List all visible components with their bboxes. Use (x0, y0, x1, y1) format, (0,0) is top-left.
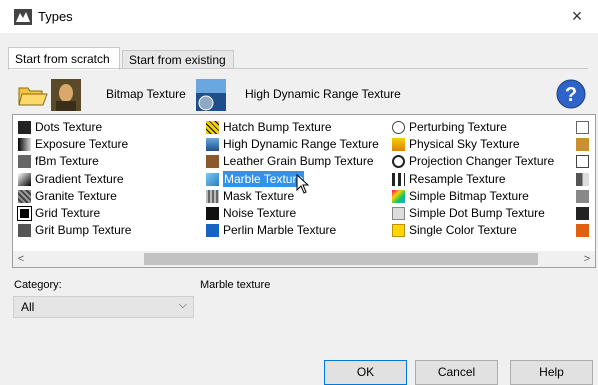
list-item-noise-texture[interactable]: Noise Texture (205, 205, 379, 222)
texture-column-1: Dots Texture Exposure Texture fBm Textur… (17, 119, 131, 239)
bitmap-texture-icon[interactable] (51, 79, 81, 111)
list-item-physical-sky-texture[interactable]: Physical Sky Texture (391, 136, 554, 153)
list-item-hatch-bump-texture[interactable]: Hatch Bump Texture (205, 119, 379, 136)
hatch-icon (206, 121, 219, 134)
list-item-col4-2[interactable] (575, 136, 591, 153)
category-select[interactable]: All ⌵ (13, 296, 194, 318)
mouse-cursor-icon (296, 174, 310, 194)
list-item-exposure-texture[interactable]: Exposure Texture (17, 136, 131, 153)
list-item-mask-texture[interactable]: Mask Texture (205, 188, 379, 205)
scroll-right-icon[interactable]: > (579, 251, 595, 267)
list-item-simple-dot-bump-texture[interactable]: Simple Dot Bump Texture (391, 205, 554, 222)
close-icon[interactable]: × (566, 5, 588, 27)
list-item-simple-bitmap-texture[interactable]: Simple Bitmap Texture (391, 188, 554, 205)
marble-icon (206, 172, 219, 186)
types-app-icon (14, 9, 32, 25)
sky-icon (392, 138, 405, 152)
tab-start-from-scratch[interactable]: Start from scratch (8, 47, 120, 70)
folder-icon[interactable] (18, 83, 48, 107)
single-color-icon (392, 224, 405, 238)
projection-icon (392, 155, 405, 169)
chevron-down-icon: ⌵ (178, 299, 187, 311)
list-item-fbm-texture[interactable]: fBm Texture (17, 153, 131, 170)
list-item-resample-texture[interactable]: Resample Texture (391, 171, 554, 188)
perlin-icon (206, 224, 219, 238)
hdr-texture-icon[interactable] (196, 79, 226, 111)
list-item-perturbing-texture[interactable]: Perturbing Texture (391, 119, 554, 136)
split-icon (576, 172, 589, 186)
perturbing-icon (392, 121, 405, 134)
list-item-col4-3[interactable] (575, 153, 591, 170)
exposure-icon (18, 138, 31, 152)
horizontal-scrollbar[interactable]: < > (13, 251, 595, 267)
category-label: Category: (14, 279, 62, 291)
stone-icon (576, 189, 589, 203)
cancel-button[interactable]: Cancel (415, 360, 498, 385)
hdr-texture-label[interactable]: High Dynamic Range Texture (245, 87, 401, 101)
tab-start-from-existing[interactable]: Start from existing (122, 50, 234, 69)
scroll-thumb[interactable] (144, 253, 538, 265)
help-icon[interactable]: ? (556, 79, 586, 109)
list-item-projection-changer-texture[interactable]: Projection Changer Texture (391, 153, 554, 170)
list-item-dots-texture[interactable]: Dots Texture (17, 119, 131, 136)
list-item-grid-texture[interactable]: Grid Texture (17, 205, 131, 222)
texture-column-4 (575, 119, 591, 239)
texture-column-3: Perturbing Texture Physical Sky Texture … (391, 119, 554, 239)
noise-icon (206, 206, 219, 220)
mask-icon (206, 189, 219, 203)
fbm-icon (18, 155, 31, 169)
ok-button[interactable]: OK (324, 360, 407, 385)
list-item-leather-grain-bump-texture[interactable]: Leather Grain Bump Texture (205, 153, 379, 170)
grid-icon (17, 205, 32, 221)
category-value: All (21, 300, 35, 314)
window-title: Types (38, 9, 73, 24)
simple-dot-icon (392, 206, 405, 220)
list-item-grit-bump-texture[interactable]: Grit Bump Texture (17, 222, 131, 239)
list-item-single-color-texture[interactable]: Single Color Texture (391, 222, 554, 239)
list-item-perlin-marble-texture[interactable]: Perlin Marble Texture (205, 222, 379, 239)
texture-description: Marble texture (200, 279, 271, 291)
list-item-col4-6[interactable] (575, 205, 591, 222)
gradient-icon (18, 172, 31, 186)
granite-icon (18, 189, 31, 203)
bitmap-texture-label[interactable]: Bitmap Texture (106, 87, 186, 101)
wood-icon (576, 206, 589, 220)
leather-icon (206, 155, 219, 169)
orange-icon (576, 224, 589, 238)
help-button[interactable]: Help (510, 360, 593, 385)
scroll-left-icon[interactable]: < (13, 251, 29, 267)
list-item-granite-texture[interactable]: Granite Texture (17, 188, 131, 205)
wave-icon (576, 155, 589, 169)
list-item-high-dynamic-range-texture[interactable]: High Dynamic Range Texture (205, 136, 379, 153)
texture-list[interactable]: Dots Texture Exposure Texture fBm Textur… (12, 114, 596, 268)
title-bar: Types × (0, 0, 598, 33)
list-item-marble-texture[interactable]: Marble Texture (205, 170, 379, 188)
list-item-col4-1[interactable] (575, 119, 591, 136)
tab-divider (8, 68, 588, 69)
grit-icon (18, 224, 31, 238)
blank-icon (576, 121, 589, 134)
list-item-gradient-texture[interactable]: Gradient Texture (17, 171, 131, 188)
dots-icon (18, 121, 31, 134)
list-item-col4-7[interactable] (575, 222, 591, 239)
selected-item-label: Marble Texture (223, 170, 305, 187)
texture-column-2: Hatch Bump Texture High Dynamic Range Te… (205, 119, 379, 239)
simple-bitmap-icon (392, 189, 405, 203)
svg-text:?: ? (565, 84, 577, 106)
resample-icon (392, 172, 405, 186)
quick-create-row: Bitmap Texture High Dynamic Range Textur… (0, 75, 598, 115)
list-item-col4-5[interactable] (575, 188, 591, 205)
tile-icon (576, 138, 589, 152)
hdr-icon (206, 138, 219, 152)
list-item-col4-4[interactable] (575, 171, 591, 188)
